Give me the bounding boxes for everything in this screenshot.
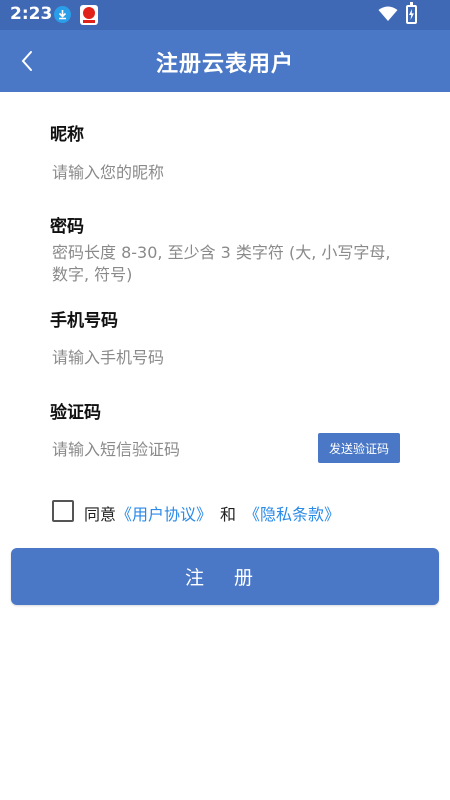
phone-input[interactable] bbox=[52, 345, 402, 369]
app-bar: 注册云表用户 bbox=[0, 30, 450, 92]
and-text: 和 bbox=[220, 505, 237, 524]
user-agreement-link[interactable]: 《用户协议》 bbox=[116, 505, 212, 524]
app-notification-icon bbox=[80, 5, 98, 25]
status-time: 2:23 bbox=[10, 4, 53, 24]
agree-prefix: 同意 bbox=[84, 505, 117, 524]
nickname-label: 昵称 bbox=[50, 125, 84, 145]
send-code-button[interactable]: 发送验证码 bbox=[318, 433, 400, 463]
wifi-icon bbox=[378, 6, 398, 26]
verification-code-label: 验证码 bbox=[50, 403, 101, 423]
agreement-text: 同意《用户协议》和《隐私条款》 bbox=[84, 501, 340, 525]
password-input[interactable] bbox=[52, 242, 402, 290]
battery-charging-icon bbox=[406, 2, 417, 24]
page-title: 注册云表用户 bbox=[155, 52, 294, 77]
agree-checkbox[interactable] bbox=[52, 500, 74, 522]
password-label: 密码 bbox=[50, 217, 84, 237]
nickname-input[interactable] bbox=[52, 160, 402, 184]
download-notification-icon bbox=[54, 6, 71, 23]
status-bar: 2:23 bbox=[0, 0, 450, 30]
verification-code-input[interactable] bbox=[52, 437, 302, 461]
privacy-policy-link[interactable]: 《隐私条款》 bbox=[244, 505, 340, 524]
register-button[interactable]: 注 册 bbox=[11, 548, 439, 605]
phone-label: 手机号码 bbox=[50, 311, 118, 331]
